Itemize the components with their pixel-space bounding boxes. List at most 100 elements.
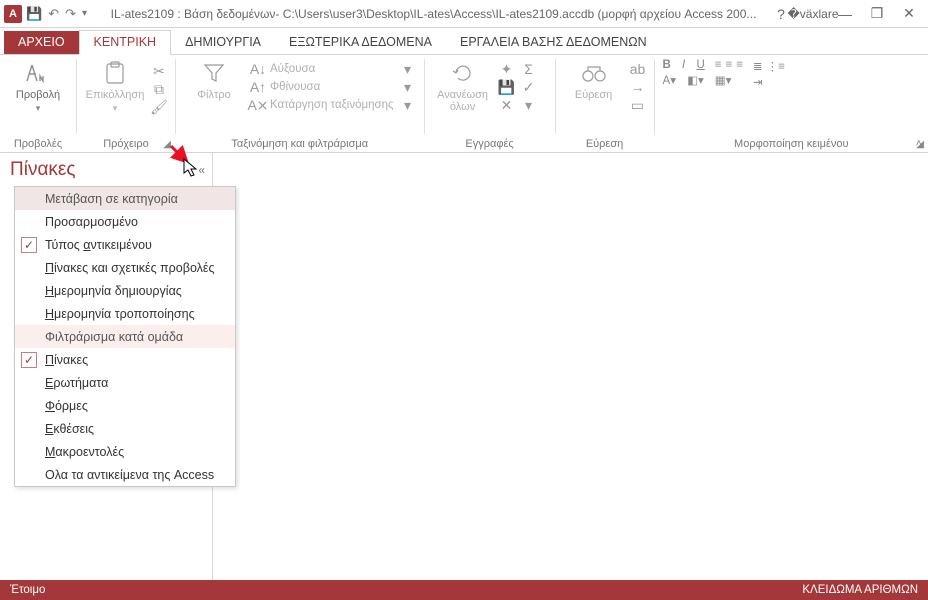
ribbon-group-views: Προβολή ▾ Προβολές <box>0 55 76 152</box>
navigation-pane-header[interactable]: Πίνακες « <box>0 153 212 187</box>
spelling-button[interactable]: ✓ <box>521 79 537 95</box>
filter-button[interactable]: Φίλτρο <box>184 59 244 101</box>
ribbon-group-text-formatting: B I U A▾ ◧▾ ≡≡≡ ▦▾ ≣⋮≡ ⇥ Μορφοποίηση κει… <box>655 55 928 152</box>
tab-external-data[interactable]: ΕΞΩΤΕΡΙΚΑ ΔΕΔΟΜΕΝΑ <box>275 31 446 54</box>
ribbon-tabs: ΑΡΧΕΙΟ ΚΕΝΤΡΙΚΗ ΔΗΜΙΟΥΡΓΙΑ ΕΞΩΤΕΡΙΚΑ ΔΕΔ… <box>0 28 928 54</box>
fill-color-button[interactable]: ◧▾ <box>687 73 704 87</box>
ribbon-group-label: Μορφοποίηση κειμένου <box>663 136 920 150</box>
paste-button[interactable]: Επικόλληση ▾ <box>85 59 145 114</box>
menu-item-label: Πίνακες και σχετικές προβολές <box>45 261 215 275</box>
view-icon <box>23 59 53 87</box>
minimize-button[interactable]: — <box>836 6 854 22</box>
new-icon: ✦ <box>499 61 515 77</box>
sort-desc-label: Φθίνουσα <box>270 81 320 93</box>
close-button[interactable]: ✕ <box>900 5 918 22</box>
menu-item-label: Ερωτήματα <box>45 376 108 390</box>
toggle-filter-button[interactable]: ▾ <box>400 97 416 113</box>
clipboard-icon <box>100 59 130 87</box>
menu-item-tables[interactable]: ✓ Πίνακες <box>15 348 235 371</box>
scissors-icon: ✂ <box>151 63 167 79</box>
copy-button[interactable]: ⧉ <box>151 81 167 97</box>
sigma-icon: Σ <box>521 61 537 77</box>
menu-item-modified-date[interactable]: Ημερομηνία τροποποίησης <box>15 302 235 325</box>
title-bar: A 💾 ↶ ↷ ▾ IL-ates2109 : Βάση δεδομένων- … <box>0 0 928 28</box>
goto-button[interactable]: → <box>630 79 646 95</box>
maximize-button[interactable]: ❐ <box>868 5 886 22</box>
app-icon: A <box>4 5 22 23</box>
bold-button[interactable]: B <box>663 59 671 71</box>
navigation-category-menu: Μετάβαση σε κατηγορία Προσαρμοσμένο ✓ Τύ… <box>14 186 236 487</box>
tab-home[interactable]: ΚΕΝΤΡΙΚΗ <box>79 30 172 55</box>
refresh-all-label: Ανανέωση όλων <box>437 89 488 113</box>
save-record-button[interactable]: 💾 <box>499 79 515 95</box>
save-small-icon: 💾 <box>499 79 515 95</box>
menu-item-label: Τύπος αντικειμένου <box>45 238 152 252</box>
ribbon: Προβολή ▾ Προβολές Επικόλληση ▾ ✂ ⧉ 🖌 Πρ… <box>0 55 928 153</box>
selection-filter-button[interactable]: ▾ <box>400 61 416 77</box>
underline-button[interactable]: U <box>696 59 704 71</box>
quick-access-toolbar: 💾 ↶ ↷ ▾ <box>26 6 87 22</box>
sort-desc-button[interactable]: A↑Φθίνουσα <box>250 79 394 95</box>
clipboard-dialog-launcher-icon[interactable]: ◢ <box>163 139 171 150</box>
menu-item-forms[interactable]: Φόρμες <box>15 394 235 417</box>
menu-item-object-type[interactable]: ✓ Τύπος αντικειμένου <box>15 233 235 256</box>
undo-icon[interactable]: ↶ <box>48 6 59 22</box>
ribbon-display-options-icon[interactable]: �växlare <box>804 7 822 21</box>
replace-button[interactable]: ab <box>630 61 646 77</box>
more-records-button[interactable]: ▾ <box>521 97 537 113</box>
menu-item-all-access-objects[interactable]: Ολα τα αντικείμενα της Access <box>15 463 235 486</box>
toggle-filter-icon: ▾ <box>400 97 416 113</box>
menu-item-label: Ημερομηνία δημιουργίας <box>45 284 182 298</box>
funnel-small-icon: ▾ <box>400 61 416 77</box>
collapse-ribbon-icon[interactable]: ˄ <box>916 138 922 150</box>
new-record-button[interactable]: ✦ <box>499 61 515 77</box>
ribbon-group-label: Εγγραφές <box>433 136 547 150</box>
ribbon-group-clipboard: Επικόλληση ▾ ✂ ⧉ 🖌 Πρόχειρο ◢ <box>77 55 175 152</box>
totals-button[interactable]: Σ <box>521 61 537 77</box>
tab-create[interactable]: ΔΗΜΙΟΥΡΓΙΑ <box>171 31 275 54</box>
find-button-label: Εύρεση <box>575 89 612 101</box>
refresh-all-button[interactable]: Ανανέωση όλων <box>433 59 493 113</box>
align-center-button[interactable]: ≡ <box>725 59 732 71</box>
bullets-button[interactable]: ⋮≡ <box>767 59 785 73</box>
italic-button[interactable]: I <box>682 59 685 71</box>
replace-icon: ab <box>630 61 646 77</box>
font-color-button[interactable]: A▾ <box>663 73 676 87</box>
filter-button-label: Φίλτρο <box>197 89 230 101</box>
ribbon-group-records: Ανανέωση όλων ✦ 💾 ✕ Σ ✓ ▾ Εγγραφές <box>425 55 555 152</box>
cursor-icon <box>183 158 199 183</box>
clear-sort-icon: A⨯ <box>250 97 266 113</box>
menu-item-custom[interactable]: Προσαρμοσμένο <box>15 210 235 233</box>
tab-database-tools[interactable]: ΕΡΓΑΛΕΙΑ ΒΑΣΗΣ ΔΕΔΟΜΕΝΩΝ <box>446 31 661 54</box>
redo-icon[interactable]: ↷ <box>65 6 76 22</box>
refresh-icon <box>448 59 478 87</box>
menu-item-tables-and-views[interactable]: Πίνακες και σχετικές προβολές <box>15 256 235 279</box>
menu-header-navigate-to: Μετάβαση σε κατηγορία <box>15 187 235 210</box>
funnel-icon <box>199 59 229 87</box>
menu-item-created-date[interactable]: Ημερομηνία δημιουργίας <box>15 279 235 302</box>
menu-item-label: Ημερομηνία τροποποίησης <box>45 307 195 321</box>
ribbon-group-sort-filter: Φίλτρο A↓Αύξουσα A↑Φθίνουσα A⨯Κατάργηση … <box>176 55 424 152</box>
cut-button[interactable]: ✂ <box>151 63 167 79</box>
clear-sort-button[interactable]: A⨯Κατάργηση ταξινόμησης <box>250 97 394 113</box>
view-button[interactable]: Προβολή ▾ <box>8 59 68 114</box>
find-button[interactable]: Εύρεση <box>564 59 624 101</box>
gridlines-button[interactable]: ▦▾ <box>715 73 732 87</box>
copy-icon: ⧉ <box>151 81 167 97</box>
menu-item-macros[interactable]: Μακροεντολές <box>15 440 235 463</box>
save-icon[interactable]: 💾 <box>26 6 42 22</box>
numbering-button[interactable]: ≣ <box>753 59 763 73</box>
delete-record-button[interactable]: ✕ <box>499 97 515 113</box>
align-left-button[interactable]: ≡ <box>715 59 722 71</box>
menu-item-queries[interactable]: Ερωτήματα <box>15 371 235 394</box>
advanced-filter-button[interactable]: ▾ <box>400 79 416 95</box>
tab-file[interactable]: ΑΡΧΕΙΟ <box>4 31 79 54</box>
spellcheck-icon: ✓ <box>521 79 537 95</box>
format-painter-button[interactable]: 🖌 <box>151 99 167 115</box>
select-button[interactable]: ▭ <box>630 97 646 113</box>
sort-asc-button[interactable]: A↓Αύξουσα <box>250 61 394 77</box>
indent-button[interactable]: ⇥ <box>753 75 763 89</box>
menu-item-reports[interactable]: Εκθέσεις <box>15 417 235 440</box>
align-right-button[interactable]: ≡ <box>736 59 743 71</box>
qat-customize-icon[interactable]: ▾ <box>82 8 87 19</box>
